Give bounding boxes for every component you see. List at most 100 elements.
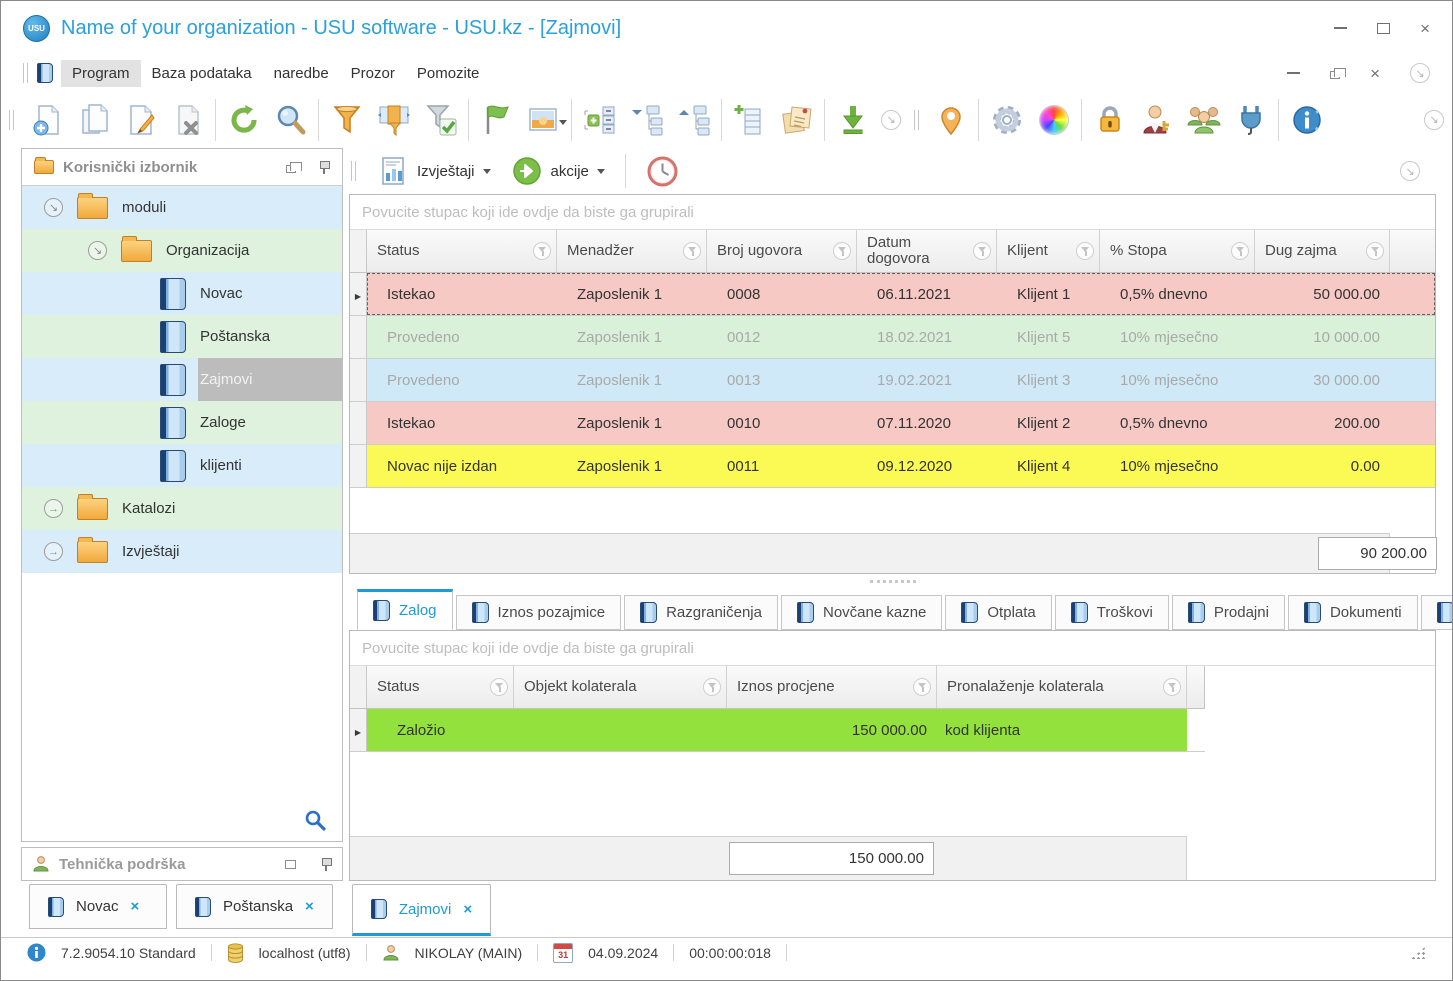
tech-support-bar[interactable]: Tehnička podrška (21, 847, 343, 881)
collapse-arrow-icon[interactable]: ↘ (44, 198, 63, 217)
cell-amount[interactable]: 150 000.00 (727, 709, 937, 751)
cell-client[interactable]: Klijent 3 (997, 359, 1100, 401)
cell-client[interactable]: Klijent 1 (997, 273, 1100, 315)
pin-icon[interactable] (320, 857, 332, 871)
cell-status[interactable]: Istekao (367, 273, 557, 315)
tree-item-postanska[interactable]: Poštanska (22, 315, 342, 358)
expand-arrow-icon[interactable]: → (44, 499, 63, 518)
cell-debt[interactable]: 0.00 (1255, 445, 1390, 487)
cell-date[interactable]: 09.12.2020 (857, 445, 997, 487)
menu-commands[interactable]: naredbe (263, 60, 340, 87)
settings-button[interactable] (983, 95, 1030, 145)
export-overflow-button[interactable]: ↘ (876, 95, 906, 145)
tree-item-zajmovi[interactable]: Zajmovi (22, 358, 342, 401)
cell-contract[interactable]: 0008 (707, 273, 857, 315)
expand-branch-button[interactable] (670, 95, 717, 145)
new-document-button[interactable] (23, 95, 70, 145)
close-tab-icon[interactable] (305, 898, 314, 915)
column-filter-icon[interactable] (533, 242, 551, 260)
cell-status[interactable]: Novac nije izdan (367, 445, 557, 487)
resize-grip[interactable] (1411, 946, 1426, 959)
collapse-branch-button[interactable] (623, 95, 670, 145)
tab-dokumenti[interactable]: Dokumenti (1287, 595, 1418, 630)
column-filter-icon[interactable] (973, 242, 991, 260)
cell-client[interactable]: Klijent 4 (997, 445, 1100, 487)
collateral-row[interactable]: Založio 150 000.00 kod klijenta (350, 709, 1205, 752)
tree-item-moduli[interactable]: ↘ moduli (22, 186, 342, 229)
close-icon[interactable]: × (1420, 20, 1430, 37)
cell-client[interactable]: Klijent 2 (997, 402, 1100, 444)
cell-date[interactable]: 06.11.2021 (857, 273, 997, 315)
refresh-button[interactable] (220, 95, 267, 145)
plugin-button[interactable] (1227, 95, 1274, 145)
column-client[interactable]: Klijent (997, 230, 1100, 272)
scheduler-button[interactable] (640, 151, 685, 192)
cell-date[interactable]: 07.11.2020 (857, 402, 997, 444)
tab-prodajni[interactable]: Prodajni (1171, 595, 1285, 630)
window-tab-zajmovi[interactable]: Zajmovi (351, 884, 492, 936)
user-groups-button[interactable] (1180, 95, 1227, 145)
column-status[interactable]: Status (367, 230, 557, 272)
cell-status[interactable]: Založio (367, 709, 514, 751)
tree-item-katalozi[interactable]: → Katalozi (22, 487, 342, 530)
lock-button[interactable] (1086, 95, 1133, 145)
panel-restore-icon[interactable] (285, 859, 296, 869)
panel-splitter[interactable] (349, 574, 1436, 589)
cell-manager[interactable]: Zaposlenik 1 (557, 359, 707, 401)
tab-iznos-pozajmice[interactable]: Iznos pozajmice (455, 595, 622, 630)
toolbar-drag-handle[interactable] (351, 161, 356, 181)
close-tab-icon[interactable] (463, 901, 472, 918)
reports-button[interactable]: Izvještaji (373, 152, 497, 190)
cell-status[interactable]: Istekao (367, 402, 557, 444)
tree-item-organizacija[interactable]: ↘ Organizacija (22, 229, 342, 272)
tab-novcane-kazne[interactable]: Novčane kazne (780, 595, 943, 630)
child-minimize-icon[interactable] (1287, 72, 1301, 74)
loan-row[interactable]: Novac nije izdan Zaposlenik 1 0011 09.12… (350, 445, 1435, 488)
cell-rate[interactable]: 0,5% dnevno (1100, 402, 1255, 444)
menu-program[interactable]: Program (61, 59, 141, 87)
expand-arrow-icon[interactable]: → (44, 542, 63, 561)
flag-button[interactable] (473, 95, 520, 145)
collapse-arrow-icon[interactable]: ↘ (88, 241, 107, 260)
toolbar-overflow-icon[interactable]: ↘ (1424, 109, 1444, 130)
cell-object[interactable] (514, 709, 727, 751)
cell-contract[interactable]: 0012 (707, 316, 857, 358)
cell-manager[interactable]: Zaposlenik 1 (557, 445, 707, 487)
cell-date[interactable]: 18.02.2021 (857, 316, 997, 358)
tab-raditi[interactable]: Raditi (1420, 595, 1452, 630)
cell-rate[interactable]: 0,5% dnevno (1100, 273, 1255, 315)
pin-icon[interactable] (318, 160, 330, 174)
cell-location[interactable]: kod klijenta (937, 709, 1187, 751)
cell-rate[interactable]: 10% mjesečno (1100, 359, 1255, 401)
menu-help[interactable]: Pomozite (406, 60, 491, 87)
column-object[interactable]: Objekt kolaterala (514, 666, 727, 708)
toolbar-drag-handle[interactable] (9, 109, 14, 130)
column-filter-icon[interactable] (1366, 242, 1384, 260)
export-button[interactable] (829, 95, 876, 145)
tree-item-zaloge[interactable]: Zaloge (22, 401, 342, 444)
tab-otplata[interactable]: Otplata (945, 595, 1052, 630)
loan-row[interactable]: Provedeno Zaposlenik 1 0012 18.02.2021 K… (350, 316, 1435, 359)
cell-manager[interactable]: Zaposlenik 1 (557, 316, 707, 358)
location-pin-button[interactable] (927, 95, 974, 145)
column-status[interactable]: Status (367, 666, 514, 708)
column-filter-icon[interactable] (833, 242, 851, 260)
tree-item-novac[interactable]: Novac (22, 272, 342, 315)
menu-drag-handle[interactable] (23, 63, 28, 83)
search-button[interactable] (267, 95, 314, 145)
tab-troskovi[interactable]: Troškovi (1054, 595, 1169, 630)
tab-razgranicenja[interactable]: Razgraničenja (624, 595, 778, 630)
child-close-icon[interactable]: × (1370, 65, 1380, 82)
tree-item-izvjestaji[interactable]: → Izvještaji (22, 530, 342, 573)
loan-row[interactable]: Istekao Zaposlenik 1 0008 06.11.2021 Kli… (350, 273, 1435, 316)
color-wheel-button[interactable] (1030, 95, 1077, 145)
cell-status[interactable]: Provedeno (367, 316, 557, 358)
column-filter-icon[interactable] (1076, 242, 1094, 260)
loan-row[interactable]: Istekao Zaposlenik 1 0010 07.11.2020 Kli… (350, 402, 1435, 445)
cell-contract[interactable]: 0011 (707, 445, 857, 487)
column-date[interactable]: Datum dogovora (857, 230, 997, 272)
add-column-button[interactable] (726, 95, 773, 145)
column-filter-icon[interactable] (703, 678, 721, 696)
column-manager[interactable]: Menadžer (557, 230, 707, 272)
column-filter-icon[interactable] (1163, 678, 1181, 696)
